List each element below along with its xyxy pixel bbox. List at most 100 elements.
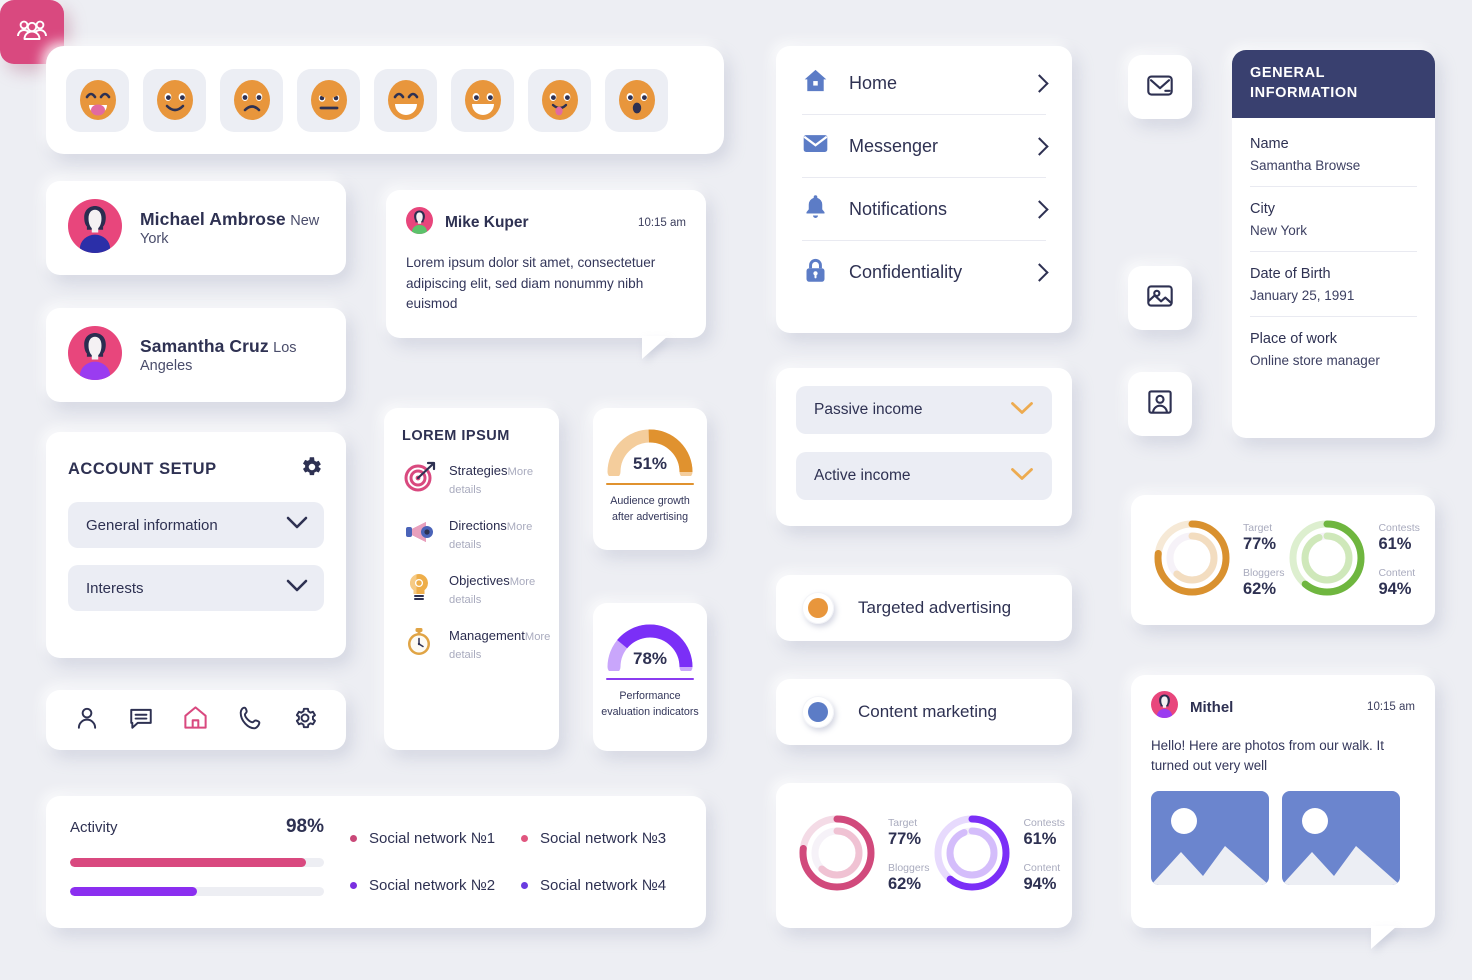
chat-bubble-mithel: Mithel 10:15 am Hello! Here are photos f… xyxy=(1131,675,1435,949)
surprised-emoji[interactable] xyxy=(605,68,668,132)
chevron-right-icon xyxy=(1030,199,1049,219)
list-item[interactable]: StrategiesMore details xyxy=(402,460,541,499)
gauge-card-audience-growth: 51% Audience growth after advertising xyxy=(593,408,707,550)
laughing-emoji[interactable] xyxy=(374,68,437,132)
gauge-arc: 51% xyxy=(603,426,697,479)
megaphone-icon xyxy=(402,515,436,554)
progress-bar-2 xyxy=(70,887,324,896)
info-key: Date of Birth xyxy=(1250,266,1331,283)
navigation-menu-card: Home Messenger Notifications Confidentia… xyxy=(776,46,1072,333)
nav-label: Confidentiality xyxy=(849,262,963,282)
chevron-right-icon xyxy=(1030,136,1049,156)
nav-label: Messenger xyxy=(849,135,939,156)
activity-card: Activity 98% Social network №1 Social ne… xyxy=(46,796,706,928)
smiling-emoji[interactable] xyxy=(143,68,206,132)
general-information-card: GENERAL INFORMATION Name Samantha Browse… xyxy=(1232,50,1435,438)
donut-chart xyxy=(1284,515,1370,606)
progress-bar-1 xyxy=(70,858,324,867)
nav-item-confidentiality[interactable]: Confidentiality xyxy=(802,241,1049,304)
sad-emoji[interactable] xyxy=(220,68,283,132)
info-row: Name Samantha Browse xyxy=(1250,122,1417,188)
donut-value: 94% xyxy=(1378,579,1412,598)
radio-label: Content marketing xyxy=(858,702,997,721)
radio-option-content-marketing[interactable]: Content marketing xyxy=(776,679,1072,745)
home-icon[interactable] xyxy=(182,704,209,736)
donut-label: Contests xyxy=(1023,817,1065,829)
accordion-passive-income[interactable]: Passive income xyxy=(796,386,1052,434)
info-key: Place of work xyxy=(1250,331,1338,348)
donut-value: 61% xyxy=(1023,830,1057,848)
phone-icon[interactable] xyxy=(238,705,264,736)
donut-value: 62% xyxy=(1243,579,1277,598)
radio-button[interactable] xyxy=(802,592,834,624)
grinning-emoji[interactable] xyxy=(451,68,514,132)
list-item[interactable]: ObjectivesMore details xyxy=(402,570,541,609)
sender-name: Mike Kuper xyxy=(445,214,529,231)
bell-icon xyxy=(802,193,829,225)
activity-label: Activity xyxy=(70,819,118,836)
gauge-arc: 78% xyxy=(603,621,697,674)
accordion-interests[interactable]: Interests xyxy=(68,565,324,611)
tongue-out-emoji[interactable] xyxy=(528,68,591,132)
icon-button-image[interactable] xyxy=(1128,266,1192,330)
photo-thumbnail-2[interactable] xyxy=(1282,791,1400,886)
accordion-general-information[interactable]: General information xyxy=(68,502,324,548)
chevron-right-icon xyxy=(1030,263,1049,282)
contact-card[interactable]: Samantha Cruz Los Angeles xyxy=(46,308,346,402)
contact-card[interactable]: Michael Ambrose New York xyxy=(46,181,346,275)
info-key: City xyxy=(1250,201,1275,218)
info-key: Name xyxy=(1250,136,1289,153)
settings-gear-icon[interactable] xyxy=(292,705,318,736)
photo-thumbnail-1[interactable] xyxy=(1151,791,1269,886)
account-setup-card: ACCOUNT SETUP General information Intere… xyxy=(46,432,346,658)
chevron-down-icon xyxy=(1010,401,1034,420)
info-value: Samantha Browse xyxy=(1250,158,1361,174)
avatar xyxy=(1151,691,1178,723)
donut-chart-card-orange-green: Target 77% Bloggers 62% Contests 61% Conten… xyxy=(1131,495,1435,625)
legend-label: Social network №1 xyxy=(369,830,496,847)
envelope-icon xyxy=(1143,68,1177,107)
grinning-tongue-emoji[interactable] xyxy=(66,68,129,132)
chat-icon[interactable] xyxy=(128,705,154,736)
nav-item-notifications[interactable]: Notifications xyxy=(802,178,1049,241)
icon-button-mail[interactable] xyxy=(1128,55,1192,119)
accordion-label: Passive income xyxy=(814,401,923,418)
lorem-title: LOREM IPSUM xyxy=(402,428,510,444)
donut-group: Contests 61% Content 94% xyxy=(1284,515,1420,606)
accordion-label: General information xyxy=(86,516,218,534)
radio-button[interactable] xyxy=(802,696,834,728)
angry-emoji[interactable] xyxy=(297,68,360,132)
info-value: January 25, 1991 xyxy=(1250,288,1355,304)
home-icon xyxy=(802,67,829,99)
activity-percent: 98% xyxy=(285,816,324,837)
radio-option-targeted-advertising[interactable]: Targeted advertising xyxy=(776,575,1072,641)
avatar xyxy=(68,198,122,258)
message-time: 10:15 am xyxy=(1367,701,1415,713)
list-item[interactable]: ManagementMore details xyxy=(402,625,550,664)
envelope-icon xyxy=(802,130,829,162)
donut-label: Target xyxy=(1243,521,1273,534)
profile-icon[interactable] xyxy=(74,705,100,736)
gear-icon[interactable] xyxy=(298,454,324,485)
donut-chart-card-pink-purple: Target 77% Bloggers 62% Contests 61% Conten… xyxy=(776,783,1072,928)
list-item[interactable]: DirectionsMore details xyxy=(402,515,541,554)
icon-button-portrait[interactable] xyxy=(1128,372,1192,436)
chevron-down-icon xyxy=(1010,467,1034,486)
list-item-label: Strategies xyxy=(449,462,508,478)
nav-item-messenger[interactable]: Messenger xyxy=(802,115,1049,178)
legend-item: Social network №1 xyxy=(350,830,511,847)
contact-name: Samantha Cruz xyxy=(140,335,269,356)
accordion-active-income[interactable]: Active income xyxy=(796,452,1052,500)
nav-item-home[interactable]: Home xyxy=(802,52,1049,115)
legend-item: Social network №2 xyxy=(350,877,511,894)
emoji-reaction-bar xyxy=(46,46,724,154)
donut-value: 77% xyxy=(888,830,922,848)
avatar xyxy=(68,325,122,385)
gauge-card-performance: 78% Performance evaluation indicators xyxy=(593,603,707,751)
group-people-icon xyxy=(14,12,50,53)
info-row: Place of work Online store manager xyxy=(1250,317,1417,381)
legend-label: Social network №3 xyxy=(540,830,667,847)
lorem-ipsum-list-card: LOREM IPSUM StrategiesMore details Direc… xyxy=(384,408,559,750)
message-time: 10:15 am xyxy=(638,217,686,229)
chevron-down-icon xyxy=(286,579,308,597)
